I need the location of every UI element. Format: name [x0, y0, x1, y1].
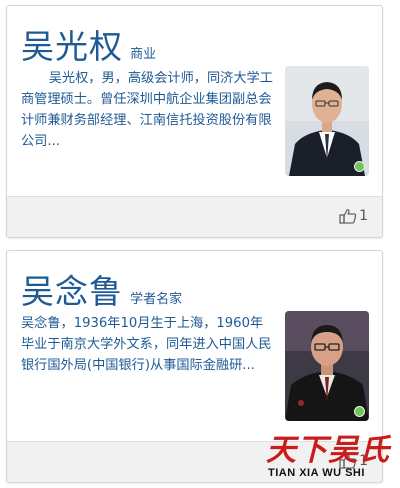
online-status-dot [354, 406, 365, 417]
person-bio: 吴光权，男，高级会计师，同济大学工商管理硕士。曾任深圳中航企业集团副总会计师兼财… [21, 71, 273, 149]
person-bio: 吴念鲁，1936年10月生于上海，1960年毕业于南京大学外文系，同年进入中国人… [21, 316, 272, 373]
site-watermark: 天下吴氏 TIAN XIA WU SHI [266, 425, 389, 485]
card-header: 吴光权 商业 [21, 20, 156, 68]
person-name[interactable]: 吴光权 [21, 27, 123, 66]
person-photo[interactable] [285, 66, 369, 176]
card-header: 吴念鲁 学者名家 [21, 265, 182, 313]
person-category: 商业 [130, 47, 157, 62]
portrait-image [285, 66, 369, 176]
thumbs-up-icon [339, 209, 357, 224]
card-footer: 1 [7, 196, 382, 237]
person-name[interactable]: 吴念鲁 [21, 272, 123, 311]
person-category: 学者名家 [130, 292, 183, 307]
like-button[interactable]: 1 [339, 208, 368, 224]
watermark-logo-text: 天下吴氏 [266, 433, 390, 468]
online-status-dot [354, 161, 365, 172]
portrait-image [285, 311, 369, 421]
like-count: 1 [359, 208, 368, 224]
person-card[interactable]: 吴光权 商业 吴光权，男，高级会计师，同济大学工商管理硕士。曾任深圳中航企业集团… [6, 5, 383, 238]
person-photo[interactable] [285, 311, 369, 421]
watermark-latin-text: TIAN XIA WU SHI [268, 467, 365, 479]
